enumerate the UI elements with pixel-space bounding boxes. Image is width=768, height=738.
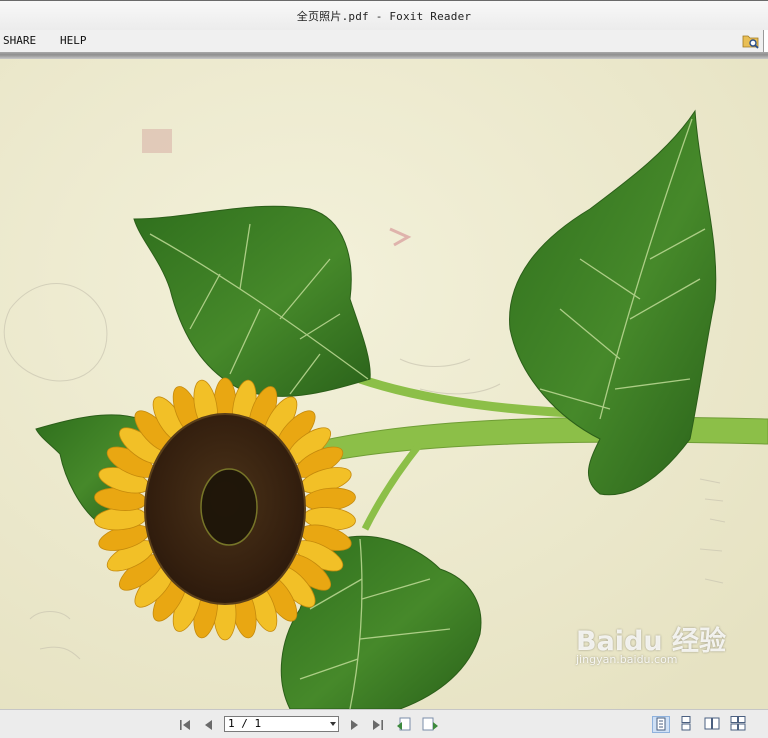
folder-search-icon[interactable] bbox=[742, 32, 760, 50]
title-bar: 全页照片.pdf - Foxit Reader bbox=[0, 0, 768, 30]
menu-help[interactable]: HELP bbox=[60, 34, 87, 47]
document-view[interactable]: Baidu 经验 jingyan.baidu.com bbox=[0, 59, 768, 709]
facing-view-icon[interactable] bbox=[704, 716, 722, 733]
chevron-down-icon[interactable] bbox=[330, 722, 336, 726]
page-number-value: 1 / 1 bbox=[228, 717, 262, 730]
window-title: 全页照片.pdf - Foxit Reader bbox=[296, 10, 472, 23]
menubar-edge bbox=[763, 30, 768, 52]
toolbar-divider bbox=[0, 52, 768, 59]
sunflower-painting bbox=[0, 59, 768, 709]
next-view-icon[interactable] bbox=[421, 717, 439, 731]
last-page-icon[interactable] bbox=[371, 717, 385, 731]
single-page-view-icon[interactable] bbox=[652, 716, 670, 733]
page-number-field[interactable]: 1 / 1 bbox=[224, 716, 339, 732]
menu-bar: SHARE HELP bbox=[0, 30, 768, 52]
previous-view-icon[interactable] bbox=[396, 717, 414, 731]
menu-share[interactable]: SHARE bbox=[3, 34, 36, 47]
continuous-view-icon[interactable] bbox=[678, 716, 696, 733]
next-page-icon[interactable] bbox=[347, 717, 361, 731]
prev-page-icon[interactable] bbox=[202, 717, 216, 731]
continuous-facing-view-icon[interactable] bbox=[730, 716, 748, 733]
first-page-icon[interactable] bbox=[178, 717, 192, 731]
status-bar: 1 / 1 bbox=[0, 709, 768, 738]
